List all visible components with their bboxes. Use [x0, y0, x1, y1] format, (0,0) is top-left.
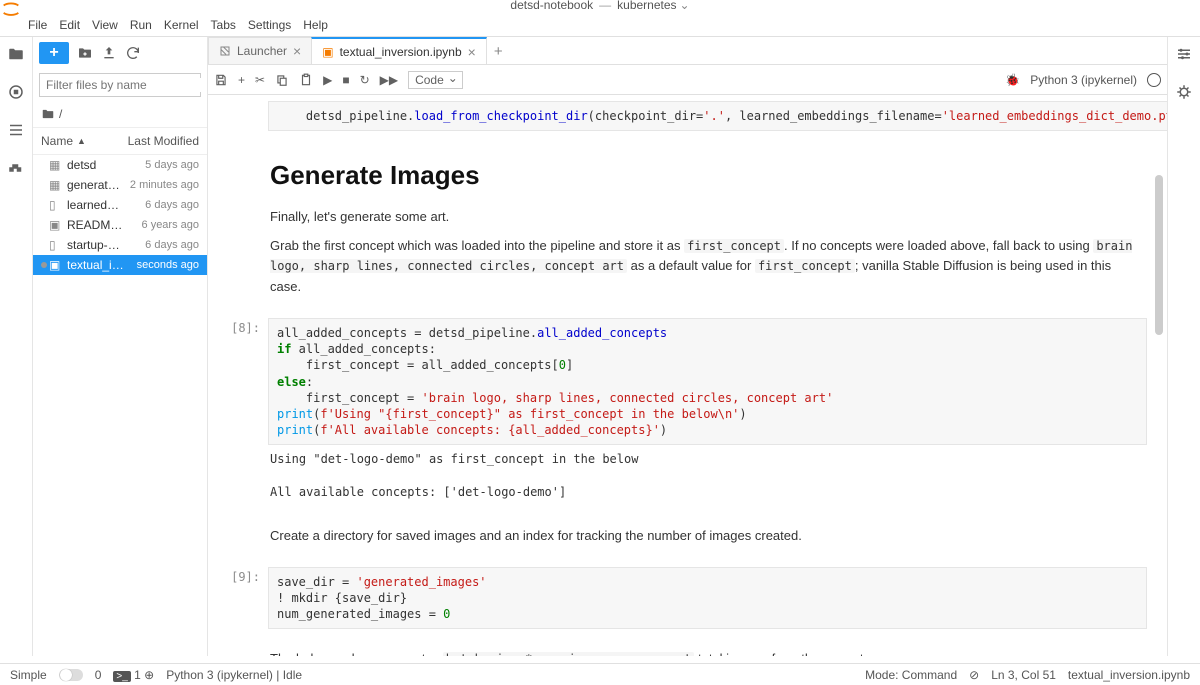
restart-icon[interactable]: ↻: [360, 73, 370, 87]
cursor-position: Ln 3, Col 51: [991, 668, 1056, 682]
list-item[interactable]: ▣README.i…6 years ago: [33, 215, 207, 235]
tab-notebook[interactable]: ▣ textual_inversion.ipynb ×: [311, 37, 487, 64]
mode-status: Mode: Command: [865, 668, 957, 682]
menu-tabs[interactable]: Tabs: [211, 18, 236, 32]
notebook-icon: ▣: [322, 45, 333, 59]
close-icon[interactable]: ×: [468, 44, 476, 60]
file-icon: ▯: [49, 198, 63, 212]
menu-file[interactable]: File: [28, 18, 47, 32]
fast-forward-icon[interactable]: ▶▶: [380, 73, 398, 87]
list-item[interactable]: ▯learned_e…6 days ago: [33, 195, 207, 215]
folder-icon: ▦: [49, 178, 63, 192]
scrollbar[interactable]: [1155, 175, 1163, 335]
heading-generate-images: Generate Images: [270, 155, 1145, 197]
simple-toggle[interactable]: [59, 669, 83, 681]
simple-toggle-label: Simple: [10, 668, 47, 682]
col-name[interactable]: Name: [41, 134, 73, 148]
launcher-icon: [219, 45, 231, 57]
new-launcher-button[interactable]: +: [39, 42, 69, 64]
menu-edit[interactable]: Edit: [59, 18, 80, 32]
bug-icon[interactable]: 🐞: [1005, 73, 1020, 87]
filter-input-wrap[interactable]: [39, 73, 201, 97]
paragraph: Finally, let's generate some art.: [270, 207, 1145, 228]
extensions-icon[interactable]: [7, 159, 25, 177]
folder-icon: [41, 107, 55, 121]
notebook-body[interactable]: detsd_pipeline.load_from_checkpoint_dir(…: [208, 95, 1167, 656]
copy-icon[interactable]: [275, 73, 289, 87]
file-browser: + / Name ▲ Last Modified ▦detsd5 days ago…: [33, 37, 208, 656]
file-name-status: textual_inversion.ipynb: [1068, 668, 1190, 682]
code-output: Using "det-logo-demo" as first_concept i…: [268, 445, 1147, 506]
menu-view[interactable]: View: [92, 18, 118, 32]
add-cell-icon[interactable]: +: [238, 73, 245, 87]
tab-launcher[interactable]: Launcher ×: [208, 37, 312, 64]
menu-help[interactable]: Help: [303, 18, 328, 32]
notebook-icon: ▣: [49, 218, 63, 232]
list-item[interactable]: ▦generated…2 minutes ago: [33, 175, 207, 195]
run-icon[interactable]: ▶: [323, 73, 332, 87]
breadcrumb[interactable]: /: [33, 101, 207, 128]
menu-run[interactable]: Run: [130, 18, 152, 32]
paste-icon[interactable]: [299, 73, 313, 87]
folder-icon[interactable]: [7, 45, 25, 63]
menu-settings[interactable]: Settings: [248, 18, 291, 32]
cut-icon[interactable]: ✂: [255, 73, 265, 87]
file-icon: ▯: [49, 238, 63, 252]
list-item[interactable]: ▦detsd5 days ago: [33, 155, 207, 175]
tab-bar: Launcher × ▣ textual_inversion.ipynb × +: [208, 37, 1167, 65]
folder-icon: ▦: [49, 158, 63, 172]
notebook-toolbar: + ✂ ▶ ■ ↻ ▶▶ Code 🐞 Python 3 (ipykernel): [208, 65, 1167, 95]
status-zero[interactable]: 0: [95, 668, 102, 682]
paragraph: Grab the first concept which was loaded …: [270, 236, 1145, 298]
close-icon[interactable]: ×: [293, 43, 301, 59]
menu-kernel[interactable]: Kernel: [164, 18, 199, 32]
paragraph: Create a directory for saved images and …: [270, 526, 1145, 547]
menu-bar: File Edit View Run Kernel Tabs Settings …: [0, 14, 1200, 36]
code-cell[interactable]: save_dir = 'generated_images' ! mkdir {s…: [268, 567, 1147, 630]
stop-icon[interactable]: ■: [342, 73, 349, 87]
list-item[interactable]: ▯startup-ho…6 days ago: [33, 235, 207, 255]
kernel-name[interactable]: Python 3 (ipykernel): [1030, 73, 1137, 87]
markdown-cell[interactable]: The below code uses creates batch_size *…: [268, 637, 1147, 656]
markdown-cell[interactable]: Create a directory for saved images and …: [268, 514, 1147, 559]
add-tab-button[interactable]: +: [486, 39, 511, 64]
status-bar: Simple 0 >_ 1 ⊕ Python 3 (ipykernel) | I…: [0, 663, 1200, 685]
save-icon[interactable]: [214, 73, 228, 87]
debug-icon[interactable]: [1175, 83, 1193, 101]
left-rail: [0, 37, 33, 656]
right-rail: [1167, 37, 1200, 656]
code-cell[interactable]: detsd_pipeline.load_from_checkpoint_dir(…: [268, 101, 1167, 131]
terminal-status[interactable]: >_ 1 ⊕: [113, 668, 154, 682]
dirty-dot-icon: [41, 262, 47, 268]
tab-label: Launcher: [237, 44, 287, 58]
jupyter-logo: [0, 0, 26, 12]
cell-prompt: [8]:: [218, 318, 268, 506]
sort-asc-icon: ▲: [77, 136, 86, 146]
new-folder-icon[interactable]: [77, 45, 93, 61]
notebook-icon: ▣: [49, 258, 63, 272]
cell-type-dropdown[interactable]: Code: [408, 71, 463, 89]
paragraph: The below code uses creates batch_size *…: [270, 649, 1145, 656]
filter-input[interactable]: [46, 78, 201, 92]
breadcrumb-path: /: [59, 107, 62, 121]
chevron-down-icon[interactable]: ⌄: [680, 0, 690, 12]
notification-icon[interactable]: ⊘: [969, 668, 979, 682]
running-icon[interactable]: [7, 83, 25, 101]
upload-icon[interactable]: [101, 45, 117, 61]
code-cell[interactable]: all_added_concepts = detsd_pipeline.all_…: [268, 318, 1147, 445]
toc-icon[interactable]: [7, 121, 25, 139]
markdown-cell[interactable]: Generate Images Finally, let's generate …: [268, 139, 1147, 310]
list-item[interactable]: ▣textual_inv…seconds ago: [33, 255, 207, 275]
kernel-status-icon[interactable]: [1147, 73, 1161, 87]
sliders-icon[interactable]: [1175, 45, 1193, 63]
file-list: ▦detsd5 days ago ▦generated…2 minutes ag…: [33, 155, 207, 656]
kernel-status[interactable]: Python 3 (ipykernel) | Idle: [166, 668, 302, 682]
refresh-icon[interactable]: [125, 45, 141, 61]
file-list-header: Name ▲ Last Modified: [33, 128, 207, 155]
cell-prompt: [9]:: [218, 567, 268, 630]
header-title: detsd-notebook—kubernetes⌄: [510, 0, 689, 12]
tab-label: textual_inversion.ipynb: [340, 45, 462, 59]
content-area: Launcher × ▣ textual_inversion.ipynb × +…: [208, 37, 1167, 656]
col-modified[interactable]: Last Modified: [124, 134, 199, 148]
